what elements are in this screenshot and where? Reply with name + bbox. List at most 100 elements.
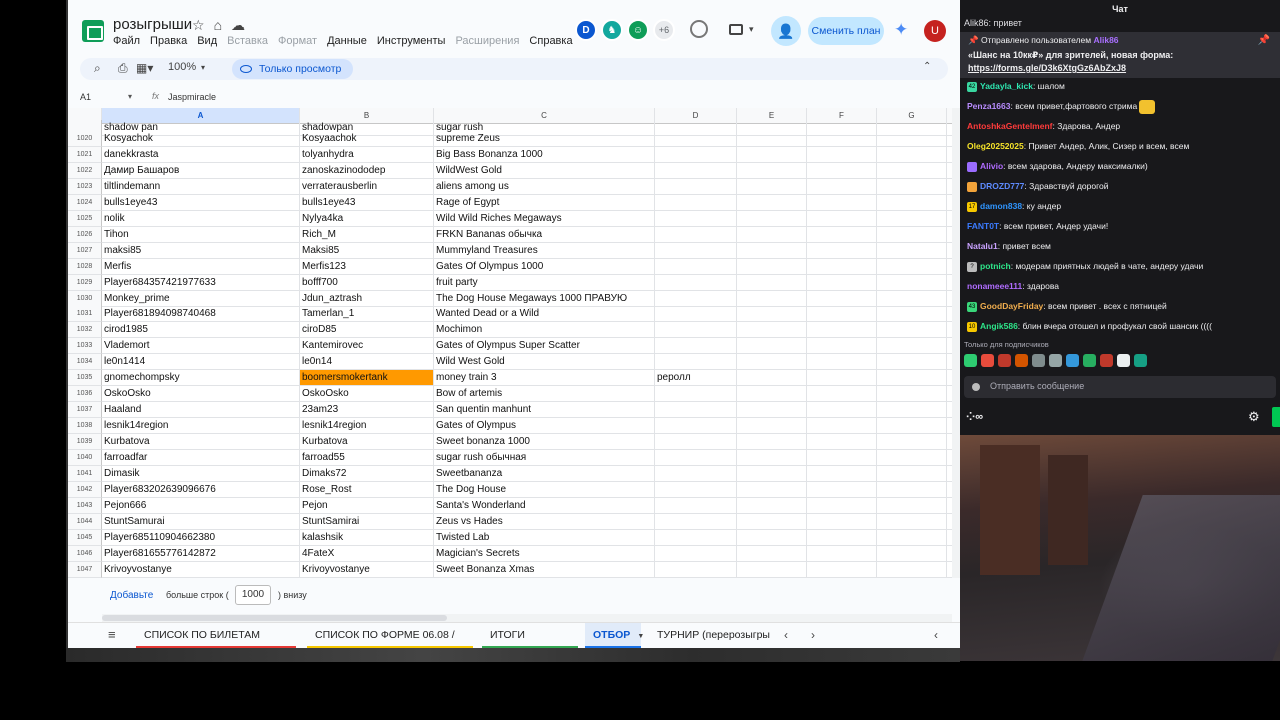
search-icon[interactable]: ⌕ (94, 61, 101, 76)
table-cell[interactable] (877, 545, 947, 562)
table-cell[interactable] (655, 131, 737, 147)
table-cell[interactable] (877, 210, 947, 227)
table-cell[interactable] (877, 226, 947, 243)
table-cell[interactable] (737, 434, 807, 451)
chat-message[interactable]: nonameee111: здарова (967, 277, 1280, 295)
row-header[interactable]: 1023 (68, 178, 102, 195)
table-cell[interactable] (877, 561, 947, 578)
gemini-icon[interactable]: ✦ (894, 20, 908, 40)
table-cell[interactable]: FRKN Bananas обычка (434, 226, 655, 243)
table-cell[interactable]: The Dog House Megaways 1000 ПРАВУЮ (434, 290, 655, 307)
row-header[interactable]: 1040 (68, 450, 102, 466)
row-header[interactable]: 1038 (68, 418, 102, 435)
table-cell[interactable]: StuntSamirai (300, 513, 434, 530)
table-cell[interactable] (877, 322, 947, 339)
table-cell[interactable]: Monkey_prime (102, 290, 300, 307)
table-cell[interactable] (807, 418, 877, 435)
table-cell[interactable] (877, 306, 947, 323)
table-cell[interactable]: Twisted Lab (434, 529, 655, 546)
view-only-button[interactable]: Только просмотр (232, 59, 354, 79)
chat-message[interactable]: 10 Angik586: блин вчера отошел и профукал… (967, 317, 1280, 335)
version-history-icon[interactable] (690, 20, 708, 38)
table-cell[interactable]: Kantemirovec (300, 338, 434, 355)
collaborator-avatar[interactable]: D (575, 19, 597, 41)
table-cell[interactable]: Big Bass Bonanza 1000 (434, 146, 655, 163)
unpin-icon[interactable]: 📌 (1258, 35, 1270, 46)
pinned-message[interactable]: 📌 Отправлено пользователем Alik86 «Шанс … (960, 32, 1280, 78)
menu-item[interactable]: Справка (529, 35, 572, 47)
table-cell[interactable] (655, 402, 737, 419)
table-cell[interactable]: Rose_Rost (300, 481, 434, 498)
chat-input[interactable]: Отправить сообщение (964, 376, 1276, 398)
table-cell[interactable]: Merfis123 (300, 258, 434, 275)
more-collaborators[interactable]: +6 (653, 19, 675, 41)
row-header[interactable]: 1020 (68, 131, 102, 147)
table-cell[interactable] (807, 545, 877, 562)
table-cell[interactable]: Merfis (102, 258, 300, 275)
table-cell[interactable] (655, 354, 737, 371)
table-cell[interactable] (807, 290, 877, 307)
chat-message[interactable]: FANT0T: всем привет, Андер удачи! (967, 217, 1280, 235)
table-cell[interactable] (737, 290, 807, 307)
table-cell[interactable]: Tihon (102, 226, 300, 243)
sheet-tab[interactable]: ТУРНИР (перерозыгры (649, 623, 775, 648)
table-cell[interactable] (737, 242, 807, 259)
table-cell[interactable] (737, 178, 807, 195)
menu-item[interactable]: Инструменты (377, 35, 446, 47)
table-cell[interactable] (807, 338, 877, 355)
cloud-status-icon[interactable]: ☁ (231, 17, 245, 33)
table-cell[interactable]: WildWest Gold (434, 162, 655, 179)
table-cell[interactable]: Nylya4ka (300, 210, 434, 227)
chat-message[interactable]: Alivio: всем здарова, Андеру максималки) (967, 157, 1280, 175)
row-header[interactable]: 1042 (68, 481, 102, 498)
chat-username[interactable]: damon838 (980, 201, 1022, 211)
chat-message[interactable]: ? potnich: модерам приятных людей в чате,… (967, 257, 1280, 275)
table-cell[interactable]: Kurbatova (300, 434, 434, 451)
table-cell[interactable] (655, 418, 737, 435)
chat-message[interactable]: Natalu1: привет всем (967, 237, 1280, 255)
table-cell[interactable] (737, 210, 807, 227)
menu-item[interactable]: Вставка (227, 35, 268, 47)
row-header[interactable]: 1043 (68, 497, 102, 514)
chat-username[interactable]: GoodDayFriday (980, 301, 1043, 311)
table-cell[interactable]: OskoOsko (102, 386, 300, 403)
table-cell[interactable]: nolik (102, 210, 300, 227)
table-cell[interactable] (877, 529, 947, 546)
row-header[interactable]: 1025 (68, 210, 102, 227)
table-cell[interactable] (655, 258, 737, 275)
table-cell[interactable]: Wild West Gold (434, 354, 655, 371)
table-cell[interactable]: lesnik14region (102, 418, 300, 435)
emote-icon[interactable] (1066, 354, 1079, 367)
table-cell[interactable] (737, 513, 807, 530)
sheets-logo-icon[interactable] (82, 20, 104, 42)
table-cell[interactable] (655, 465, 737, 482)
channel-points-icon[interactable]: ⁘∞ (966, 410, 983, 423)
table-cell[interactable] (655, 529, 737, 546)
chat-message[interactable]: 43 GoodDayFriday: всем привет . всех с пя… (967, 297, 1280, 315)
add-rows-button[interactable]: Добавьте (110, 590, 153, 601)
table-cell[interactable]: gnomechompsky (102, 370, 300, 387)
table-cell[interactable] (737, 274, 807, 291)
table-cell[interactable]: OskoOsko (300, 386, 434, 403)
table-cell[interactable]: Sweet bonanza 1000 (434, 434, 655, 451)
all-sheets-menu-icon[interactable]: ≡ (108, 627, 116, 642)
table-cell[interactable]: bulls1eye43 (300, 194, 434, 211)
emote-icon[interactable] (1117, 354, 1130, 367)
table-cell[interactable]: Rage of Egypt (434, 194, 655, 211)
table-cell[interactable] (737, 370, 807, 387)
horizontal-scrollbar[interactable] (102, 614, 952, 622)
table-cell[interactable]: Gates Of Olympus 1000 (434, 258, 655, 275)
table-cell[interactable] (737, 418, 807, 435)
table-cell[interactable] (655, 497, 737, 514)
chat-username[interactable]: Penza1663 (967, 101, 1010, 111)
table-cell[interactable]: 23am23 (300, 402, 434, 419)
table-cell[interactable] (655, 450, 737, 466)
table-cell[interactable]: tolyanhydra (300, 146, 434, 163)
table-cell[interactable] (737, 450, 807, 466)
chevron-left-icon[interactable]: ‹ (784, 628, 788, 642)
table-cell[interactable]: Sweet Bonanza Xmas (434, 561, 655, 578)
table-cell[interactable] (737, 322, 807, 339)
chat-username[interactable]: AntoshkaGentelmenf (967, 121, 1053, 131)
chat-message[interactable]: Penza1663: всем привет,фартового стрима (967, 97, 1280, 115)
emote-picker-icon[interactable] (972, 383, 980, 391)
